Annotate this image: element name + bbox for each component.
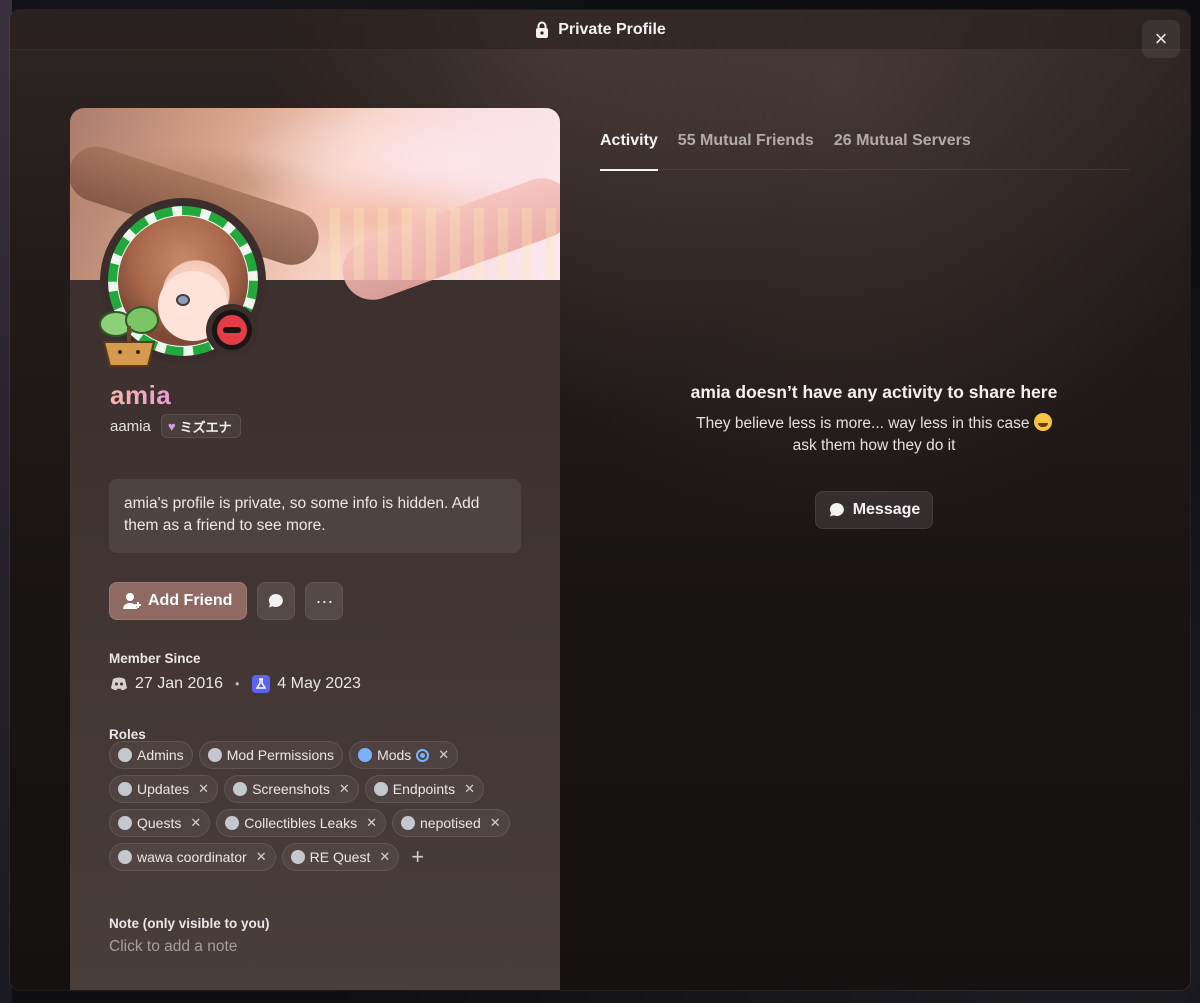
role-name: nepotised bbox=[420, 815, 481, 831]
roles-list: Admins Mod Permissions Mods ✕ Updates ✕ … bbox=[109, 741, 529, 877]
chat-bubble-icon bbox=[269, 593, 284, 608]
role-color-dot bbox=[373, 782, 388, 796]
role-pill[interactable]: Mod Permissions bbox=[198, 741, 344, 769]
role-row: Admins Mod Permissions Mods ✕ bbox=[109, 741, 529, 769]
empty-state-line1: They believe less is more... way less in… bbox=[696, 415, 1030, 432]
role-name: Updates bbox=[137, 781, 190, 797]
message-button-empty-state[interactable]: Message bbox=[815, 491, 933, 529]
role-color-dot bbox=[207, 748, 222, 762]
remove-role-icon[interactable]: ✕ bbox=[464, 781, 475, 797]
remove-role-icon[interactable]: ✕ bbox=[339, 781, 350, 797]
role-color-dot bbox=[358, 748, 373, 762]
role-color-dot bbox=[401, 816, 416, 830]
role-name: Screenshots bbox=[252, 781, 330, 797]
add-friend-icon bbox=[123, 593, 141, 609]
role-pill[interactable]: Collectibles Leaks ✕ bbox=[216, 809, 387, 837]
username-row: aamia ♥ ミズエナ bbox=[110, 414, 241, 438]
message-button[interactable] bbox=[257, 582, 296, 620]
role-name: Admins bbox=[137, 747, 184, 763]
status-indicator bbox=[206, 304, 258, 356]
tab-mutual-friends[interactable]: 55 Mutual Friends bbox=[678, 130, 814, 170]
profile-tabs: Activity 55 Mutual Friends 26 Mutual Ser… bbox=[600, 130, 1130, 171]
discord-join-date: 27 Jan 2016 bbox=[135, 675, 224, 692]
username[interactable]: aamia bbox=[110, 418, 151, 435]
remove-role-icon[interactable]: ✕ bbox=[366, 815, 377, 831]
role-name: Mods bbox=[377, 747, 412, 763]
add-friend-button[interactable]: Add Friend bbox=[109, 582, 248, 620]
role-color-dot bbox=[290, 850, 305, 864]
member-since-label: Member Since bbox=[109, 651, 201, 666]
empty-state-line2: ask them how they do it bbox=[792, 437, 956, 454]
profile-actions: Add Friend ··· bbox=[109, 582, 344, 620]
member-since-row: 27 Jan 2016 • 4 May 2023 bbox=[109, 674, 361, 694]
role-pill[interactable]: RE Quest ✕ bbox=[281, 843, 400, 871]
empty-state-text: They believe less is more... way less in… bbox=[600, 413, 1148, 457]
server-icon[interactable] bbox=[251, 674, 271, 694]
role-name: Quests bbox=[137, 815, 182, 831]
role-pill[interactable]: Screenshots ✕ bbox=[224, 775, 359, 803]
banner-art-lights bbox=[330, 208, 560, 280]
guild-tag-label: ミズエナ bbox=[179, 419, 232, 435]
add-role-button[interactable]: + bbox=[411, 846, 424, 868]
role-pill[interactable]: Admins bbox=[109, 741, 193, 769]
profile-modal: Private Profile × amia aamia ♥ ミズエナ amia… bbox=[10, 10, 1190, 990]
remove-role-icon[interactable]: ✕ bbox=[438, 747, 449, 763]
display-name: amia bbox=[110, 380, 172, 410]
modal-title: Private Profile bbox=[558, 20, 666, 38]
grinning-sweat-emoji-icon bbox=[1033, 413, 1052, 431]
remove-role-icon[interactable]: ✕ bbox=[490, 815, 501, 831]
roles-label: Roles bbox=[109, 727, 146, 742]
tab-mutual-servers[interactable]: 26 Mutual Servers bbox=[834, 130, 971, 170]
role-row: Updates ✕ Screenshots ✕ Endpoints ✕ bbox=[109, 775, 529, 803]
modal-titlebar: Private Profile bbox=[10, 10, 1190, 50]
server-join-date: 4 May 2023 bbox=[277, 675, 361, 692]
role-color-dot bbox=[118, 748, 132, 762]
close-icon: × bbox=[1154, 26, 1168, 51]
profile-card: amia aamia ♥ ミズエナ amia's profile is priv… bbox=[70, 108, 560, 990]
message-button-label: Message bbox=[852, 501, 921, 518]
discord-logo-icon bbox=[111, 677, 127, 691]
chat-bubble-icon bbox=[829, 502, 844, 517]
role-name: Mod Permissions bbox=[226, 747, 335, 763]
ellipsis-icon: ··· bbox=[315, 590, 334, 611]
private-profile-notice: amia's profile is private, so some info … bbox=[109, 479, 521, 553]
remove-role-icon[interactable]: ✕ bbox=[379, 849, 390, 865]
role-pill[interactable]: Quests ✕ bbox=[109, 809, 211, 837]
activity-empty-state: amia doesn’t have any activity to share … bbox=[600, 382, 1148, 457]
role-row: Quests ✕ Collectibles Leaks ✕ nepotised … bbox=[109, 809, 529, 837]
separator-dot: • bbox=[235, 677, 240, 691]
role-color-dot bbox=[118, 782, 132, 796]
role-pill[interactable]: Endpoints ✕ bbox=[364, 775, 484, 803]
do-not-disturb-icon bbox=[212, 310, 252, 350]
heart-icon: ♥ bbox=[167, 418, 176, 434]
role-color-dot bbox=[233, 782, 248, 796]
guild-tag[interactable]: ♥ ミズエナ bbox=[160, 414, 241, 438]
more-options-button[interactable]: ··· bbox=[305, 582, 344, 620]
remove-role-icon[interactable]: ✕ bbox=[198, 781, 209, 797]
tab-activity[interactable]: Activity bbox=[600, 130, 658, 171]
lock-icon bbox=[536, 21, 549, 38]
role-name: Collectibles Leaks bbox=[244, 815, 358, 831]
role-pill[interactable]: Mods ✕ bbox=[349, 741, 459, 769]
role-name: wawa coordinator bbox=[137, 849, 247, 865]
empty-state-heading: amia doesn’t have any activity to share … bbox=[690, 382, 1058, 402]
role-pill[interactable]: nepotised ✕ bbox=[392, 809, 510, 837]
role-name: RE Quest bbox=[309, 849, 371, 865]
role-name: Endpoints bbox=[392, 781, 456, 797]
remove-role-icon[interactable]: ✕ bbox=[190, 815, 201, 831]
role-badge-icon bbox=[416, 748, 430, 762]
role-pill[interactable]: wawa coordinator ✕ bbox=[109, 843, 276, 871]
add-friend-label: Add Friend bbox=[148, 592, 233, 609]
role-color-dot bbox=[118, 850, 132, 864]
potted-plant-icon bbox=[99, 306, 159, 367]
note-label: Note (only visible to you) bbox=[109, 916, 270, 931]
role-pill[interactable]: Updates ✕ bbox=[109, 775, 219, 803]
role-color-dot bbox=[118, 816, 132, 830]
close-button[interactable]: × bbox=[1142, 20, 1180, 58]
role-row: wawa coordinator ✕ RE Quest ✕ + bbox=[109, 843, 529, 871]
role-color-dot bbox=[225, 816, 240, 830]
note-input[interactable]: Click to add a note bbox=[109, 938, 237, 956]
remove-role-icon[interactable]: ✕ bbox=[256, 849, 267, 865]
avatar-eye bbox=[176, 294, 190, 306]
